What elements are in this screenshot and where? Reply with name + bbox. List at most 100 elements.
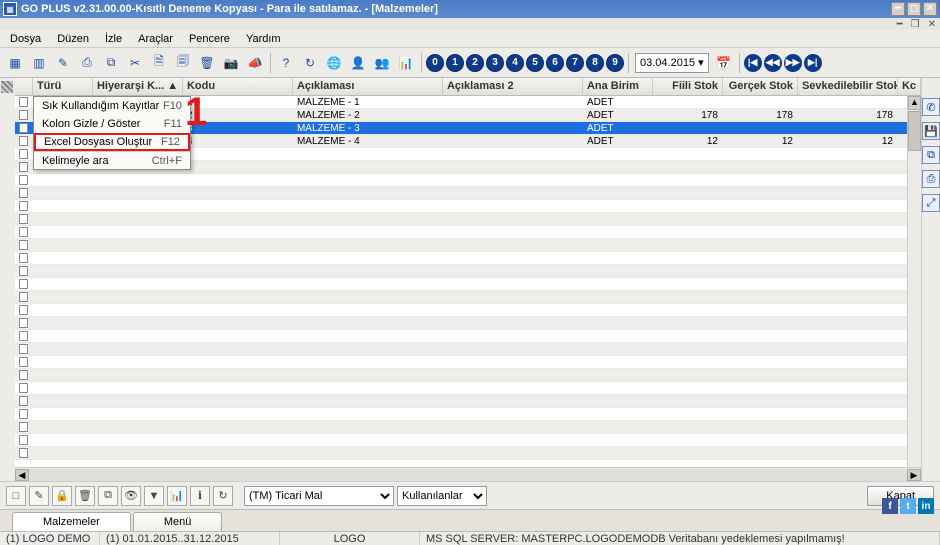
row-checkbox-cell[interactable]: [15, 330, 33, 342]
table-row[interactable]: [15, 239, 921, 252]
mdi-close-button[interactable]: ✕: [928, 19, 936, 30]
table-row[interactable]: [15, 187, 921, 200]
col-aciklamasi2[interactable]: Açıklaması 2: [443, 78, 583, 95]
table-row[interactable]: [15, 330, 921, 343]
col-checkbox[interactable]: [15, 78, 33, 95]
checkbox[interactable]: [19, 396, 28, 406]
menu-yardim[interactable]: Yardım: [240, 31, 287, 47]
table-row[interactable]: [15, 174, 921, 187]
row-checkbox-cell[interactable]: [15, 343, 33, 355]
row-checkbox-cell[interactable]: [15, 265, 33, 277]
table-row[interactable]: [15, 252, 921, 265]
row-checkbox-cell[interactable]: [15, 291, 33, 303]
checkbox[interactable]: [19, 370, 28, 380]
scroll-up-icon[interactable]: ▲: [908, 96, 921, 110]
quick-4[interactable]: 4: [506, 54, 524, 72]
menu-araclar[interactable]: Araçlar: [132, 31, 179, 47]
row-checkbox-cell[interactable]: [15, 161, 33, 173]
minimize-button[interactable]: ━: [891, 2, 905, 16]
checkbox[interactable]: [19, 331, 28, 341]
row-checkbox-cell[interactable]: [15, 174, 33, 186]
nav-first-button[interactable]: |◀: [744, 54, 762, 72]
row-checkbox-cell[interactable]: [15, 226, 33, 238]
action-refresh-icon[interactable]: ↻: [213, 486, 233, 506]
row-checkbox-cell[interactable]: [15, 408, 33, 420]
action-filter-icon[interactable]: ▼: [144, 486, 164, 506]
table-row[interactable]: [15, 356, 921, 369]
table-row[interactable]: [15, 395, 921, 408]
maximize-button[interactable]: ◻: [907, 2, 921, 16]
action-new-icon[interactable]: □: [6, 486, 26, 506]
row-checkbox-cell[interactable]: [15, 395, 33, 407]
tool-world-icon[interactable]: 🌐: [323, 52, 345, 74]
quick-6[interactable]: 6: [546, 54, 564, 72]
tool-grid-icon[interactable]: ▦: [4, 52, 26, 74]
nav-next-button[interactable]: ▶▶: [784, 54, 802, 72]
action-info-icon[interactable]: ℹ: [190, 486, 210, 506]
checkbox[interactable]: [19, 175, 28, 185]
scroll-left-icon[interactable]: ◀: [15, 469, 29, 481]
action-lock-icon[interactable]: 🔒: [52, 486, 72, 506]
scroll-track[interactable]: [29, 469, 907, 481]
quick-5[interactable]: 5: [526, 54, 544, 72]
row-checkbox-cell[interactable]: [15, 109, 33, 121]
row-checkbox-cell[interactable]: [15, 200, 33, 212]
row-checkbox-cell[interactable]: [15, 421, 33, 433]
row-checkbox-cell[interactable]: [15, 239, 33, 251]
table-row[interactable]: [15, 369, 921, 382]
table-row[interactable]: [15, 278, 921, 291]
quick-1[interactable]: 1: [446, 54, 464, 72]
mdi-restore-button[interactable]: ❐: [911, 19, 920, 30]
checkbox[interactable]: [19, 97, 28, 107]
tool-chart-icon[interactable]: 📊: [395, 52, 417, 74]
quick-3[interactable]: 3: [486, 54, 504, 72]
checkbox[interactable]: [19, 305, 28, 315]
table-row[interactable]: [15, 382, 921, 395]
tool-user-icon[interactable]: 👤: [347, 52, 369, 74]
tool-note-icon[interactable]: 🗐: [172, 52, 194, 74]
checkbox[interactable]: [19, 214, 28, 224]
row-checkbox-cell[interactable]: [15, 434, 33, 446]
table-row[interactable]: [15, 213, 921, 226]
facebook-icon[interactable]: f: [882, 498, 898, 514]
row-checkbox-cell[interactable]: [15, 369, 33, 381]
tool-megaphone-icon[interactable]: 📣: [244, 52, 266, 74]
ctx-excel-export[interactable]: Excel Dosyası Oluştur F12: [34, 133, 190, 151]
usage-select[interactable]: Kullanılanlar: [397, 486, 487, 506]
tool-copy-icon[interactable]: ⧉: [100, 52, 122, 74]
linkedin-icon[interactable]: in: [918, 498, 934, 514]
twitter-icon[interactable]: t: [900, 498, 916, 514]
col-fiilistok[interactable]: Fiili Stok: [653, 78, 723, 95]
side-copy-icon[interactable]: ⧉: [922, 146, 940, 164]
horizontal-scrollbar[interactable]: ◀ ▶: [15, 467, 921, 481]
col-gercekstok[interactable]: Gerçek Stok: [723, 78, 798, 95]
table-row[interactable]: [15, 434, 921, 447]
side-expand-icon[interactable]: ⤢: [922, 194, 940, 212]
quick-0[interactable]: 0: [426, 54, 444, 72]
checkbox[interactable]: [19, 422, 28, 432]
row-checkbox-cell[interactable]: [15, 96, 33, 108]
checkbox[interactable]: [19, 448, 28, 458]
checkbox[interactable]: [19, 149, 28, 159]
table-row[interactable]: [15, 304, 921, 317]
col-turu[interactable]: Türü: [33, 78, 93, 95]
ctx-search[interactable]: Kelimeyle ara Ctrl+F: [34, 151, 190, 169]
checkbox[interactable]: [19, 240, 28, 250]
date-field[interactable]: 03.04.2015 ▾: [635, 53, 709, 73]
table-row[interactable]: [15, 447, 921, 460]
ctx-columns[interactable]: Kolon Gizle / Göster F11: [34, 115, 190, 133]
checkbox[interactable]: [19, 188, 28, 198]
col-kodu[interactable]: Kodu: [183, 78, 293, 95]
scroll-thumb[interactable]: [908, 111, 921, 151]
checkbox[interactable]: [19, 136, 28, 146]
col-anabirim[interactable]: Ana Birim: [583, 78, 653, 95]
col-hiyerarsi[interactable]: Hiyerarşi K... ▲: [93, 78, 183, 95]
action-view-icon[interactable]: 👁: [121, 486, 141, 506]
scroll-right-icon[interactable]: ▶: [907, 469, 921, 481]
nav-prev-button[interactable]: ◀◀: [764, 54, 782, 72]
tool-help-icon[interactable]: ?: [275, 52, 297, 74]
menu-izle[interactable]: İzle: [99, 31, 128, 47]
table-row[interactable]: [15, 291, 921, 304]
tool-users-icon[interactable]: 👥: [371, 52, 393, 74]
action-copy-icon[interactable]: ⧉: [98, 486, 118, 506]
